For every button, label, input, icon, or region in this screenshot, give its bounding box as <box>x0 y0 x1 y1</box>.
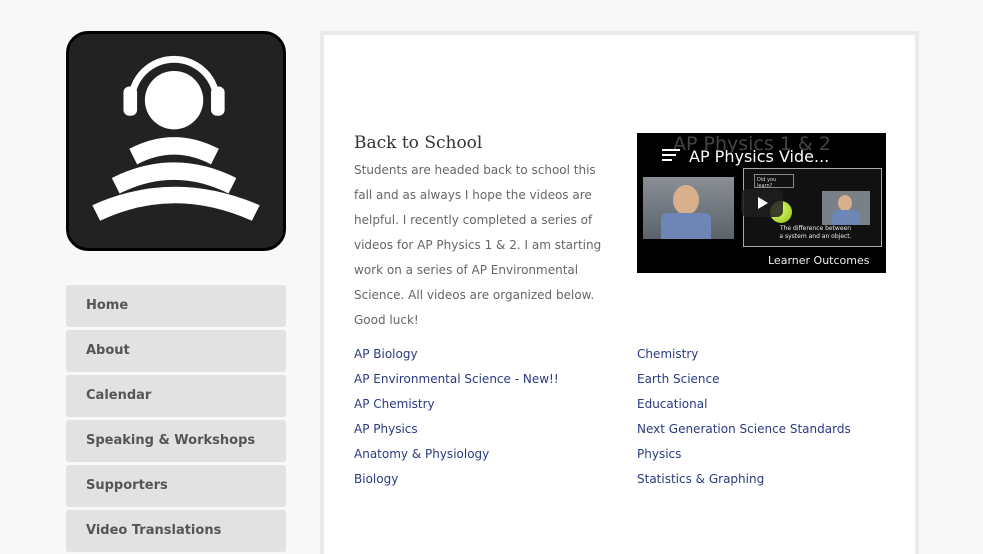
link-ap-environmental-science[interactable]: AP Environmental Science - New!! <box>354 367 559 392</box>
link-ap-biology[interactable]: AP Biology <box>354 342 559 367</box>
link-educational[interactable]: Educational <box>637 392 851 417</box>
link-biology[interactable]: Biology <box>354 467 559 492</box>
nav-item-supporters[interactable]: Supporters <box>66 465 286 507</box>
link-ap-chemistry[interactable]: AP Chemistry <box>354 392 559 417</box>
video-title[interactable]: AP Physics Vide... <box>689 147 829 166</box>
learn-box: Did you learn? <box>754 174 794 189</box>
video-thumbnail-presenter <box>643 177 734 239</box>
presenter-mini-thumbnail <box>822 191 870 225</box>
video-embed[interactable]: AP Physics 1 & 2 AP Physics Vide... Did … <box>637 133 886 273</box>
nav-item-home[interactable]: Home <box>66 285 286 327</box>
sidebar-nav: Home About Calendar Speaking & Workshops… <box>66 285 286 554</box>
page: Home About Calendar Speaking & Workshops… <box>0 0 983 554</box>
headphones-broadcast-icon <box>92 55 260 221</box>
link-ngss[interactable]: Next Generation Science Standards <box>637 417 851 442</box>
playlist-icon[interactable] <box>662 149 680 163</box>
nav-item-about[interactable]: About <box>66 330 286 372</box>
nav-item-video-translations[interactable]: Video Translations <box>66 510 286 552</box>
link-statistics-graphing[interactable]: Statistics & Graphing <box>637 467 851 492</box>
play-button-icon[interactable] <box>741 189 783 217</box>
link-physics[interactable]: Physics <box>637 442 851 467</box>
main-content: Back to School Students are headed back … <box>320 31 919 554</box>
post-body: Students are headed back to school this … <box>354 163 602 327</box>
site-logo[interactable] <box>66 31 286 251</box>
link-ap-physics[interactable]: AP Physics <box>354 417 559 442</box>
links-column-right: Chemistry Earth Science Educational Next… <box>637 342 851 492</box>
link-earth-science[interactable]: Earth Science <box>637 367 851 392</box>
nav-item-speaking-workshops[interactable]: Speaking & Workshops <box>66 420 286 462</box>
slide-text: The difference between a system and an o… <box>779 225 852 240</box>
links-column-left: AP Biology AP Environmental Science - Ne… <box>354 342 559 492</box>
link-chemistry[interactable]: Chemistry <box>637 342 851 367</box>
post-title: Back to School <box>354 133 483 153</box>
nav-item-calendar[interactable]: Calendar <box>66 375 286 417</box>
link-anatomy-physiology[interactable]: Anatomy & Physiology <box>354 442 559 467</box>
video-caption: Learner Outcomes <box>768 254 870 267</box>
